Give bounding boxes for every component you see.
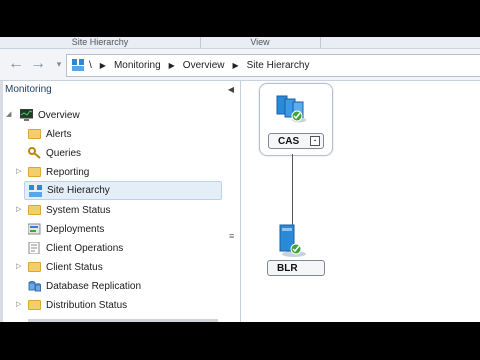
crumb-site-hierarchy[interactable]: Site Hierarchy bbox=[247, 60, 310, 71]
tree-item-label: Client Status bbox=[46, 261, 103, 273]
breadcrumb-items: \ ▶ Monitoring ▶ Overview ▶ Site Hierarc… bbox=[89, 55, 309, 76]
site-name-text: CAS bbox=[278, 136, 300, 147]
site-node-blr[interactable]: BLR bbox=[267, 260, 325, 276]
deployments-icon bbox=[28, 223, 41, 235]
tree-item-label: Overview bbox=[38, 109, 80, 121]
navigation-pane: Monitoring ◀ ◢ Overview Alerts Queries ▷… bbox=[0, 81, 241, 322]
server-icon bbox=[276, 95, 306, 123]
folder-icon bbox=[28, 205, 41, 215]
tree-item-overview[interactable]: ◢ Overview bbox=[6, 106, 80, 124]
tree-item-system-status[interactable]: ▷ System Status bbox=[16, 201, 110, 219]
window-left-edge bbox=[0, 81, 3, 322]
server-icon bbox=[279, 224, 306, 257]
collapse-triangle-icon[interactable]: ◢ bbox=[6, 110, 11, 118]
ribbon-separator bbox=[200, 37, 201, 48]
database-replication-icon bbox=[28, 281, 41, 292]
screen: Site Hierarchy View ← → ▾ \ ▶ Monitoring… bbox=[0, 0, 480, 360]
tree-item-label: Distribution Status bbox=[46, 299, 128, 311]
splitter-handle-icon[interactable]: ≡ bbox=[229, 231, 234, 241]
ribbon-tab-site-hierarchy[interactable]: Site Hierarchy bbox=[40, 37, 160, 48]
tree-item-reporting[interactable]: ▷ Reporting bbox=[16, 163, 89, 181]
site-name-text: BLR bbox=[277, 263, 298, 274]
tree-item-label: Alerts bbox=[46, 128, 72, 140]
tree-item-site-hierarchy[interactable]: Site Hierarchy bbox=[24, 181, 222, 200]
crumb-overview[interactable]: Overview bbox=[183, 60, 225, 71]
monitor-icon bbox=[20, 109, 33, 121]
chevron-right-icon: ▶ bbox=[168, 61, 175, 70]
tree-item-client-operations[interactable]: Client Operations bbox=[16, 239, 123, 257]
tree-item-deployments[interactable]: Deployments bbox=[16, 220, 104, 238]
tree-item-label: Site Hierarchy bbox=[47, 185, 110, 196]
ribbon-tab-view[interactable]: View bbox=[215, 37, 305, 48]
chevron-right-icon: ▶ bbox=[232, 61, 239, 70]
bottom-black-bar bbox=[0, 322, 480, 360]
site-node-cas[interactable]: CAS - bbox=[259, 83, 333, 156]
top-black-bar bbox=[0, 0, 480, 37]
back-arrow-icon[interactable]: ← bbox=[6, 54, 26, 74]
tree-item-label: Deployments bbox=[46, 223, 105, 235]
collapse-pane-icon[interactable]: ◀ bbox=[228, 85, 234, 94]
tree-item-database-replication[interactable]: Database Replication bbox=[16, 277, 141, 295]
tree-item-alerts[interactable]: Alerts bbox=[16, 125, 72, 143]
folder-icon bbox=[28, 300, 41, 310]
queries-icon bbox=[28, 147, 41, 159]
tree-item-label: Queries bbox=[46, 147, 82, 159]
address-bar: ← → ▾ \ ▶ Monitoring ▶ Overview ▶ Site H… bbox=[0, 49, 480, 81]
ribbon-separator bbox=[320, 37, 321, 48]
crumb-monitoring[interactable]: Monitoring bbox=[114, 60, 161, 71]
expand-triangle-icon[interactable]: ▷ bbox=[16, 262, 21, 270]
expand-triangle-icon[interactable]: ▷ bbox=[16, 205, 21, 213]
tree-item-partial[interactable] bbox=[28, 315, 218, 322]
breadcrumb[interactable]: \ ▶ Monitoring ▶ Overview ▶ Site Hierarc… bbox=[66, 54, 480, 77]
tree-item-queries[interactable]: Queries bbox=[16, 144, 81, 162]
folder-icon bbox=[28, 167, 41, 177]
hierarchy-diagram: CAS - BLR bbox=[241, 81, 480, 322]
ribbon-tabs: Site Hierarchy View bbox=[0, 37, 480, 49]
folder-icon bbox=[28, 129, 41, 139]
chevron-right-icon: ▶ bbox=[99, 61, 106, 70]
collapse-node-button[interactable]: - bbox=[310, 136, 320, 146]
tree-item-client-status[interactable]: ▷ Client Status bbox=[16, 258, 103, 276]
crumb-root[interactable]: \ bbox=[89, 60, 92, 71]
tree-item-label: Database Replication bbox=[46, 280, 142, 292]
site-hierarchy-icon bbox=[29, 184, 42, 197]
pane-title: Monitoring bbox=[5, 84, 52, 95]
tree-item-label: System Status bbox=[46, 204, 111, 216]
tree-item-label: Client Operations bbox=[46, 242, 124, 254]
tree-item-distribution-status[interactable]: ▷ Distribution Status bbox=[16, 296, 127, 314]
folder-icon bbox=[28, 262, 41, 272]
forward-arrow-icon[interactable]: → bbox=[28, 54, 48, 74]
tree-item-label: Reporting bbox=[46, 166, 90, 178]
client-operations-icon bbox=[28, 242, 40, 254]
expand-triangle-icon[interactable]: ▷ bbox=[16, 167, 21, 175]
expand-triangle-icon[interactable]: ▷ bbox=[16, 300, 21, 308]
site-hierarchy-icon bbox=[72, 59, 84, 71]
